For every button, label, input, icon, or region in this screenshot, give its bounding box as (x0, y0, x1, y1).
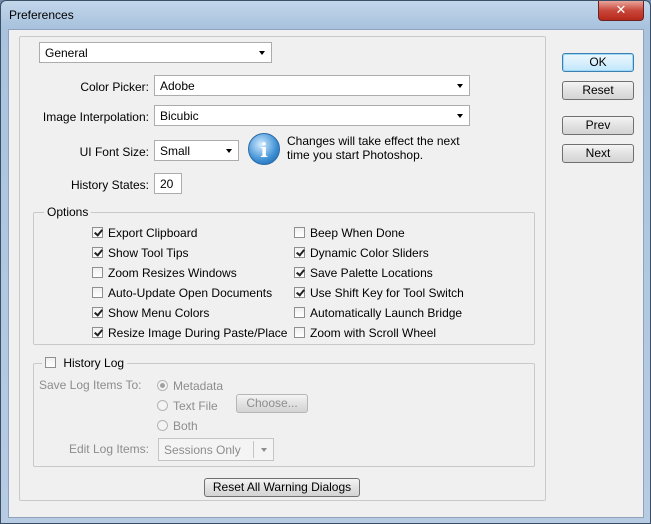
chevron-down-icon (261, 448, 267, 452)
history-log-legend: History Log (42, 356, 128, 370)
save-log-label: Save Log Items To: (39, 378, 142, 392)
save-log-radio[interactable] (157, 380, 168, 391)
history-states-input[interactable]: 20 (154, 173, 182, 194)
option-label: Zoom Resizes Windows (108, 266, 237, 280)
chevron-down-icon (259, 51, 265, 55)
option-label: Export Clipboard (108, 226, 198, 240)
save-log-radio[interactable] (157, 420, 168, 431)
option-label: Resize Image During Paste/Place (108, 326, 288, 340)
chevron-down-icon (226, 149, 232, 153)
option-checkbox[interactable] (92, 287, 103, 298)
edit-log-select[interactable]: Sessions Only (158, 438, 274, 461)
ui-font-size-value: Small (160, 144, 191, 158)
option-checkbox[interactable] (294, 247, 305, 258)
history-states-label: History States: (70, 178, 149, 192)
option-checkbox[interactable] (294, 287, 305, 298)
option-label: Show Menu Colors (108, 306, 210, 320)
option-label: Use Shift Key for Tool Switch (310, 286, 464, 300)
option-label: Show Tool Tips (108, 246, 189, 260)
dialog-body: General Color Picker: Adobe Image Interp… (8, 29, 644, 518)
option-label: Automatically Launch Bridge (310, 306, 463, 320)
ui-font-size-label: UI Font Size: (79, 145, 149, 159)
history-log-title: History Log (63, 356, 125, 370)
interpolation-label: Image Interpolation: (42, 110, 149, 124)
color-picker-select[interactable]: Adobe (154, 75, 470, 96)
option-checkbox[interactable] (92, 267, 103, 278)
window-title: Preferences (9, 8, 74, 22)
option-label: Dynamic Color Sliders (310, 246, 429, 260)
color-picker-value: Adobe (160, 79, 195, 93)
next-button[interactable]: Next (562, 144, 634, 163)
option-label: Zoom with Scroll Wheel (310, 326, 437, 340)
notice-line-2: time you start Photoshop. (287, 148, 424, 162)
select-divider (253, 441, 254, 458)
chevron-down-icon (457, 84, 463, 88)
option-label: Auto-Update Open Documents (108, 286, 273, 300)
interpolation-value: Bicubic (160, 109, 199, 123)
info-icon: i (248, 133, 280, 165)
save-log-radio-label: Both (173, 419, 198, 433)
option-checkbox[interactable] (92, 227, 103, 238)
option-checkbox[interactable] (92, 307, 103, 318)
edit-log-label: Edit Log Items: (68, 442, 149, 456)
option-checkbox[interactable] (294, 327, 305, 338)
chevron-down-icon (457, 114, 463, 118)
interpolation-select[interactable]: Bicubic (154, 105, 470, 126)
save-log-radio-label: Metadata (173, 379, 224, 393)
option-checkbox[interactable] (294, 227, 305, 238)
option-checkbox[interactable] (294, 307, 305, 318)
ui-font-size-select[interactable]: Small (154, 140, 239, 161)
history-log-checkbox[interactable] (45, 357, 56, 368)
option-checkbox[interactable] (92, 247, 103, 258)
close-icon: ✕ (615, 2, 627, 17)
options-title: Options (44, 205, 92, 219)
category-value: General (45, 46, 88, 60)
ok-button[interactable]: OK (562, 53, 634, 72)
color-picker-label: Color Picker: (80, 80, 149, 94)
category-select[interactable]: General (39, 42, 272, 63)
option-label: Beep When Done (310, 226, 405, 240)
history-states-value: 20 (160, 177, 174, 191)
reset-button[interactable]: Reset (562, 81, 634, 100)
save-log-radio[interactable] (157, 400, 168, 411)
save-log-radio-label: Text File (173, 399, 218, 413)
close-button[interactable]: ✕ (598, 1, 644, 21)
title-bar[interactable]: Preferences ✕ (1, 1, 650, 29)
prev-button[interactable]: Prev (562, 116, 634, 135)
edit-log-value: Sessions Only (164, 443, 241, 457)
choose-button[interactable]: Choose... (236, 394, 308, 413)
notice-line-1: Changes will take effect the next (287, 134, 460, 148)
option-checkbox[interactable] (294, 267, 305, 278)
option-label: Save Palette Locations (310, 266, 433, 280)
preferences-window: Preferences ✕ General Color Picker: Adob… (0, 0, 651, 524)
reset-warnings-button[interactable]: Reset All Warning Dialogs (204, 478, 360, 497)
option-checkbox[interactable] (92, 327, 103, 338)
